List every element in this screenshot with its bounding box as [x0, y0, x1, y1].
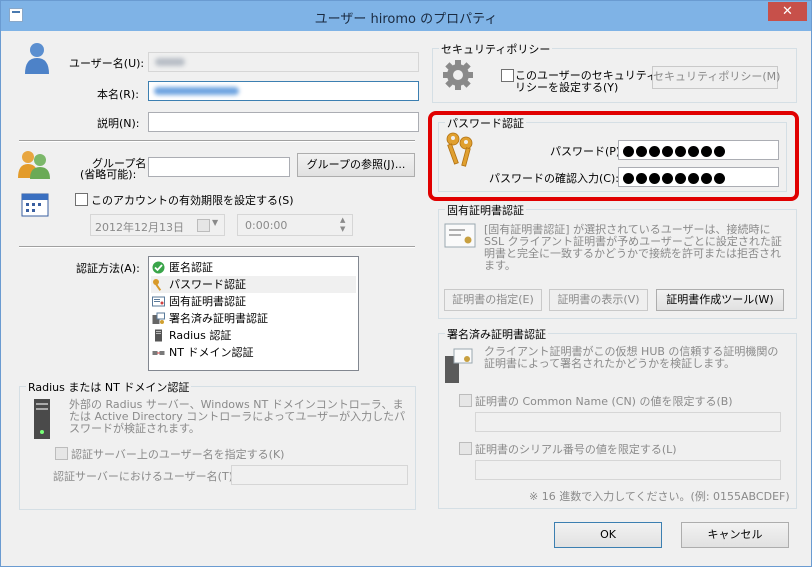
auth-option-nt-domain[interactable]: NT ドメイン認証 — [151, 344, 253, 361]
key-icon — [153, 279, 162, 291]
spin-arrows-icon: ▲ ▼ — [340, 216, 346, 233]
properties-window: ユーザー hiromo のプロパティ ✕ ユーザー名(U): 本名(R): 説明… — [0, 0, 812, 567]
server-icon — [34, 399, 50, 439]
auth-option-password[interactable]: パスワード認証 — [151, 276, 356, 293]
check-icon — [152, 261, 165, 274]
expiry-checkbox-label[interactable]: このアカウントの有効期限を設定する(S) — [91, 192, 294, 208]
group-label-sub: (省略可能): — [80, 168, 137, 181]
view-certificate-button: 証明書の表示(V) — [549, 289, 648, 311]
description-field[interactable] — [148, 112, 419, 132]
signed-certificate-icon — [445, 348, 473, 383]
certificate-auth-title: 固有証明書認証 — [445, 202, 526, 218]
chevron-down-icon: ▼ — [212, 218, 219, 227]
auth-method-label: 認証方法(A): — [76, 262, 140, 275]
radius-group-title: Radius または NT ドメイン認証 — [26, 379, 192, 395]
server-username-field — [231, 465, 408, 485]
gear-icon — [443, 60, 473, 90]
browse-group-button[interactable]: グループの参照(J)... — [297, 153, 415, 177]
cn-checkbox — [459, 394, 472, 407]
serial-checkbox — [459, 442, 472, 455]
realname-label: 本名(R): — [97, 88, 139, 101]
security-policy-title: セキュリティポリシー — [439, 41, 553, 57]
certificate-icon — [152, 296, 165, 307]
expiry-time-value: 0:00:00 — [245, 219, 288, 232]
certificate-tool-button[interactable]: 証明書作成ツール(W) — [656, 289, 784, 311]
auth-option-certificate[interactable]: 固有証明書認証 — [151, 293, 246, 310]
date-checkbox — [197, 219, 210, 232]
username-label: ユーザー名(U): — [69, 57, 145, 70]
expiry-time-picker: 0:00:00 ▲ ▼ — [237, 214, 353, 236]
signed-certificate-title: 署名済み証明書認証 — [445, 326, 548, 342]
cancel-button[interactable]: キャンセル — [681, 522, 789, 548]
description-label: 説明(N): — [97, 117, 140, 130]
auth-option-label: 署名済み証明書認証 — [169, 312, 268, 325]
username-field — [148, 52, 419, 72]
auth-option-label: NT ドメイン認証 — [169, 346, 254, 359]
radius-username-checkbox — [55, 447, 68, 460]
expiry-date-value: 2012年12月13日 — [95, 221, 184, 234]
server-username-label: 認証サーバーにおけるユーザー名(T): — [53, 470, 237, 483]
security-policy-button: セキュリティポリシー(M) — [652, 66, 780, 89]
serial-checkbox-label: 証明書のシリアル番号の値を限定する(L) — [475, 443, 677, 456]
auth-option-label: 固有証明書認証 — [169, 295, 246, 308]
radius-username-checkbox-label: 認証サーバー上のユーザー名を指定する(K) — [71, 448, 285, 461]
auth-option-radius[interactable]: Radius 認証 — [151, 327, 231, 344]
certificate-icon — [444, 223, 476, 248]
auth-option-signed-certificate[interactable]: 署名済み証明書認証 — [151, 310, 268, 327]
auth-option-label: Radius 認証 — [169, 329, 232, 342]
server-icon — [155, 329, 162, 342]
highlight-box — [428, 111, 799, 201]
calendar-icon — [21, 193, 49, 217]
group-field[interactable] — [148, 157, 290, 177]
certificate-description: [固有証明書認証] が選択されているユーザーは、接続時に SSL クライアント証… — [484, 223, 782, 272]
title-bar: ユーザー hiromo のプロパティ ✕ — [1, 1, 811, 31]
security-policy-checkbox[interactable] — [501, 69, 514, 82]
signed-certificate-icon — [152, 312, 165, 324]
close-button[interactable]: ✕ — [768, 2, 807, 21]
separator — [19, 140, 415, 142]
realname-field[interactable] — [148, 81, 419, 101]
radius-description: 外部の Radius サーバー、Windows NT ドメインコントローラ、また… — [69, 398, 406, 435]
auth-method-list[interactable]: 匿名認証 パスワード認証 固有証明書認証 署名済み証明書認証 Radius 認証… — [148, 256, 359, 371]
specify-certificate-button: 証明書の指定(E) — [444, 289, 542, 311]
security-policy-checkbox-label-2[interactable]: リシーを設定する(Y) — [515, 79, 618, 95]
user-icon — [25, 43, 49, 74]
expiry-date-picker: 2012年12月13日 ▼ — [90, 214, 225, 236]
cn-field — [475, 412, 781, 432]
expiry-checkbox[interactable] — [75, 193, 88, 206]
hex-hint: ※ 16 進数で入力してください。(例: 0155ABCDEF) — [529, 490, 790, 503]
ok-button[interactable]: OK — [554, 522, 662, 548]
window-title: ユーザー hiromo のプロパティ — [314, 12, 498, 27]
serial-field — [475, 460, 781, 480]
domain-icon — [152, 351, 165, 355]
auth-option-anonymous[interactable]: 匿名認証 — [151, 259, 213, 276]
cn-checkbox-label: 証明書の Common Name (CN) の値を限定する(B) — [475, 395, 733, 408]
group-icon — [18, 151, 50, 179]
auth-option-label: パスワード認証 — [169, 278, 246, 291]
auth-option-label: 匿名認証 — [169, 261, 213, 274]
separator — [19, 246, 415, 248]
signed-certificate-description: クライアント証明書がこの仮想 HUB の信頼する証明機関の証明書によって署名され… — [484, 345, 779, 370]
